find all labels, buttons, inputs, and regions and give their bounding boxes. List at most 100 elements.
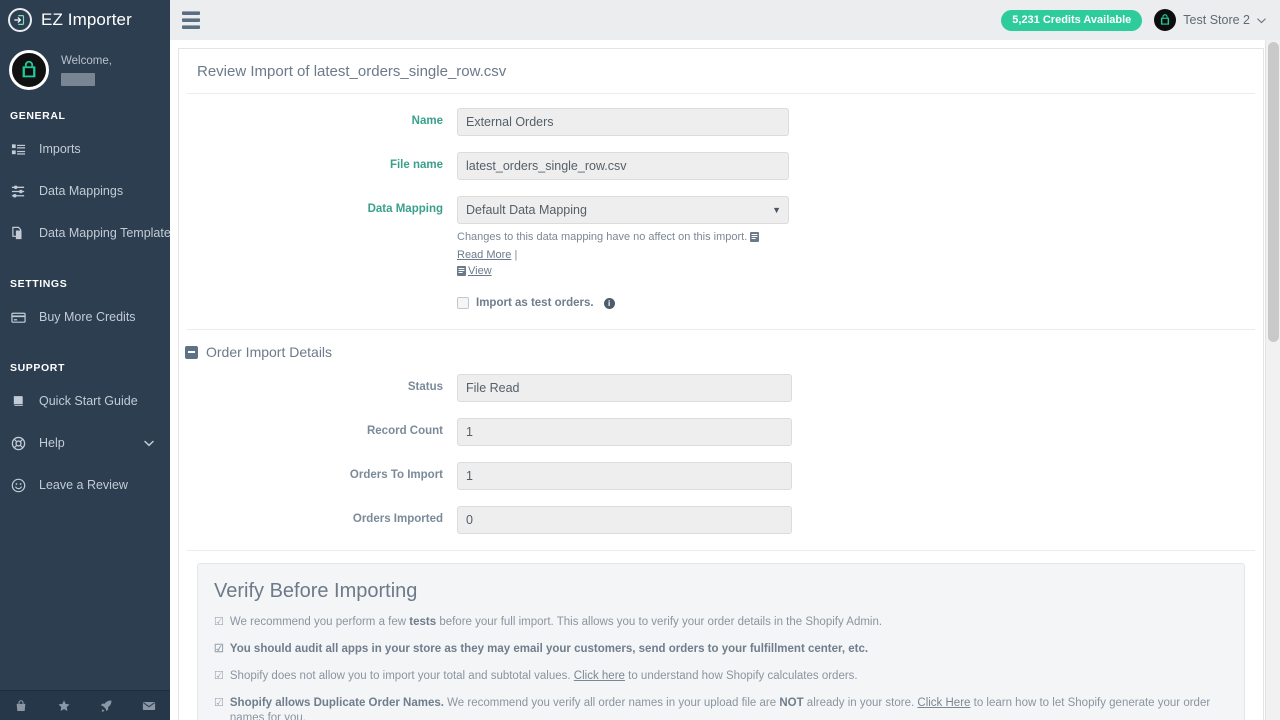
verify-item-text: Shopify does not allow you to import you… <box>230 669 858 684</box>
data-mapping-select[interactable] <box>457 196 789 224</box>
shopping-bag-icon[interactable] <box>0 699 43 713</box>
main-region: 5,231 Credits Available Test Store 2 Rev… <box>170 0 1280 720</box>
sidebar-item-label: Imports <box>39 142 81 156</box>
sidebar-item-label: Data Mapping Templates <box>39 226 177 240</box>
orders-to-import-label: Orders To Import <box>179 462 457 481</box>
brand[interactable]: EZ Importer <box>0 0 170 40</box>
store-switcher[interactable]: Test Store 2 <box>1154 9 1266 31</box>
star-icon[interactable] <box>43 699 86 713</box>
shopping-bag-icon <box>1154 9 1176 31</box>
data-mapping-helper-text: Changes to this data mapping have no aff… <box>457 231 747 243</box>
envelope-icon[interactable] <box>128 699 171 713</box>
orders-imported-input <box>457 506 792 534</box>
list-icon <box>10 141 27 158</box>
check-square-icon: ☑ <box>214 615 224 629</box>
chevron-down-icon[interactable] <box>144 436 154 450</box>
orders-to-import-field-wrap <box>457 462 792 490</box>
verify-item: ☑ Shopify does not allow you to import y… <box>214 669 1228 684</box>
sidebar-item-data-mappings[interactable]: Data Mappings <box>0 170 170 212</box>
name-field-wrap <box>457 108 789 136</box>
topbar-right: 5,231 Credits Available Test Store 2 <box>1001 9 1266 31</box>
username-redacted <box>61 73 95 86</box>
life-ring-icon <box>10 435 27 452</box>
read-more-link[interactable]: Read More <box>457 249 511 261</box>
book-icon <box>10 393 27 410</box>
nav-section-general: GENERAL <box>0 100 170 128</box>
nav-section-support: SUPPORT <box>0 352 170 380</box>
sidebar-item-help[interactable]: Help <box>0 422 170 464</box>
nav-spacer <box>0 338 170 352</box>
form-row-record-count: Record Count <box>179 418 1263 446</box>
minus-icon[interactable] <box>185 346 198 359</box>
record-count-label: Record Count <box>179 418 457 437</box>
user-box: Welcome, <box>0 40 170 100</box>
data-mapping-helper: Changes to this data mapping have no aff… <box>457 229 787 281</box>
sidebar-item-label: Help <box>39 436 65 450</box>
sidebar-item-leave-a-review[interactable]: Leave a Review <box>0 464 170 506</box>
import-as-test-orders-checkbox[interactable] <box>457 297 469 309</box>
form-row-data-mapping: Data Mapping ▼ Changes to this data mapp… <box>179 196 1263 313</box>
document-icon <box>457 265 466 281</box>
data-mapping-select-wrap: ▼ <box>457 196 789 224</box>
status-label: Status <box>179 374 457 393</box>
orders-imported-label: Orders Imported <box>179 506 457 525</box>
sidebar-item-imports[interactable]: Imports <box>0 128 170 170</box>
file-name-field-wrap <box>457 152 789 180</box>
click-here-link[interactable]: Click Here <box>917 697 970 709</box>
verify-item: ☑ We recommend you perform a few tests b… <box>214 615 1228 630</box>
sidebar-footer <box>0 690 170 720</box>
review-import-panel: Review Import of latest_orders_single_ro… <box>178 48 1264 720</box>
data-mapping-field-wrap: ▼ Changes to this data mapping have no a… <box>457 196 789 313</box>
credit-card-icon <box>10 309 27 326</box>
form-row-status: Status <box>179 374 1263 402</box>
verify-before-importing-panel: Verify Before Importing ☑ We recommend y… <box>197 563 1245 720</box>
order-import-details-header[interactable]: Order Import Details <box>179 330 1263 370</box>
chevron-down-icon[interactable] <box>1257 11 1266 29</box>
content-scroll: Review Import of latest_orders_single_ro… <box>170 40 1280 720</box>
form-row-name: Name <box>179 108 1263 136</box>
helper-separator: | <box>514 249 517 261</box>
sidebar-item-data-mapping-templates[interactable]: Data Mapping Templates <box>0 212 170 254</box>
info-icon[interactable]: i <box>604 298 615 309</box>
avatar[interactable] <box>9 50 49 90</box>
welcome-text: Welcome, <box>61 55 112 67</box>
welcome-wrap: Welcome, <box>61 55 112 86</box>
sliders-icon <box>10 183 27 200</box>
document-icon <box>750 231 759 247</box>
verify-item-text: Shopify allows Duplicate Order Names. We… <box>230 696 1228 720</box>
record-count-field-wrap <box>457 418 792 446</box>
vertical-scrollbar[interactable] <box>1265 40 1280 720</box>
status-field-wrap <box>457 374 792 402</box>
verify-title: Verify Before Importing <box>214 580 1228 603</box>
sidebar-item-label: Data Mappings <box>39 184 123 198</box>
sidebar-item-label: Leave a Review <box>39 478 128 492</box>
form-row-orders-to-import: Orders To Import <box>179 462 1263 490</box>
check-square-icon: ☑ <box>214 642 224 656</box>
hamburger-icon[interactable] <box>182 11 200 29</box>
credits-badge[interactable]: 5,231 Credits Available <box>1001 10 1142 31</box>
order-import-details-title: Order Import Details <box>206 344 332 360</box>
order-import-details-fields: Status Record Count Orders To Import <box>179 370 1263 534</box>
file-name-input[interactable] <box>457 152 789 180</box>
smiley-icon <box>10 477 27 494</box>
verify-item-text: You should audit all apps in your store … <box>230 642 868 657</box>
import-form: Name File name Data Mapping <box>179 94 1263 313</box>
click-here-link[interactable]: Click here <box>574 670 625 682</box>
rocket-icon[interactable] <box>85 699 128 713</box>
test-orders-row: Import as test orders. i <box>457 297 789 309</box>
store-name: Test Store 2 <box>1183 13 1250 27</box>
section-divider <box>187 550 1255 551</box>
form-row-file-name: File name <box>179 152 1263 180</box>
sidebar: EZ Importer Welcome, GENERAL Imports Dat… <box>0 0 170 720</box>
orders-to-import-input <box>457 462 792 490</box>
copy-files-icon <box>10 225 27 242</box>
brand-title: EZ Importer <box>41 10 132 30</box>
record-count-input <box>457 418 792 446</box>
scrollbar-thumb[interactable] <box>1268 42 1279 342</box>
view-link[interactable]: View <box>468 265 492 277</box>
sidebar-item-buy-more-credits[interactable]: Buy More Credits <box>0 296 170 338</box>
nav-spacer <box>0 254 170 268</box>
verify-item-text: We recommend you perform a few tests bef… <box>230 615 882 630</box>
name-input[interactable] <box>457 108 789 136</box>
sidebar-item-quick-start-guide[interactable]: Quick Start Guide <box>0 380 170 422</box>
